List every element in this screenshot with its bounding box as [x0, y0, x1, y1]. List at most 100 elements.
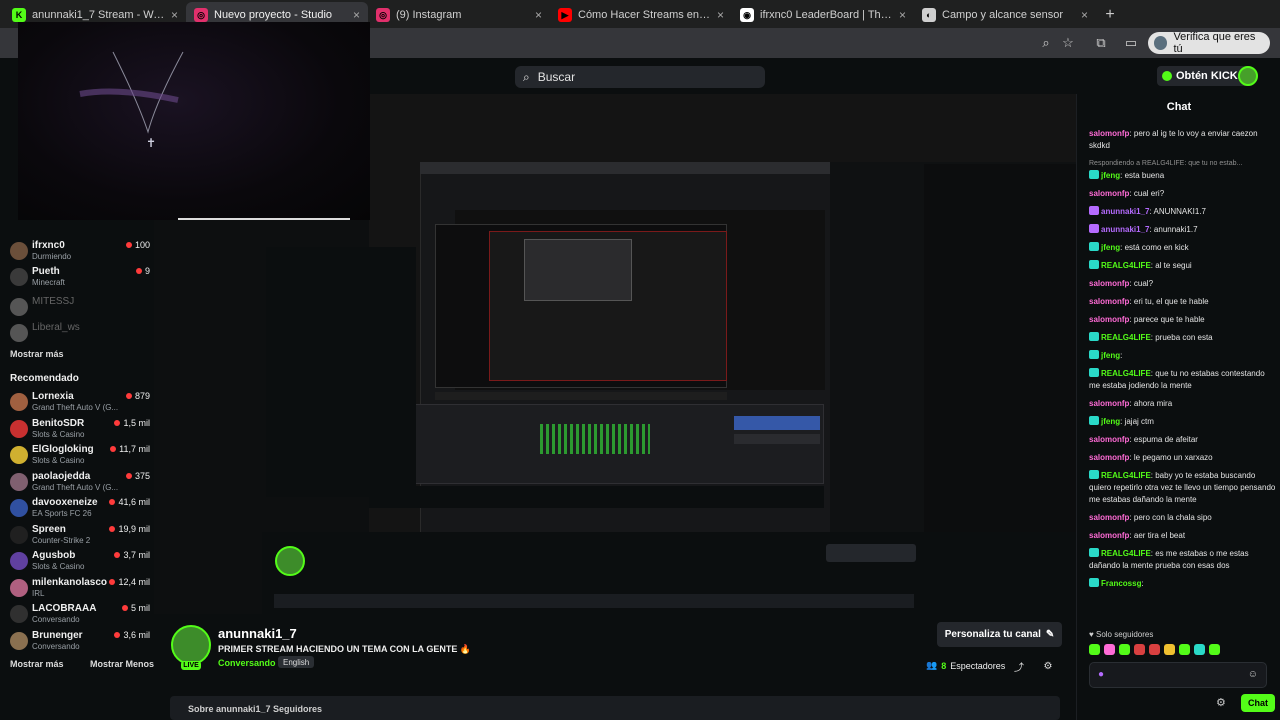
chat-username[interactable]: jfeng — [1101, 243, 1120, 252]
sidebar-channel[interactable]: ifrxnc0 Durmiendo 100 — [10, 240, 150, 266]
stream-category[interactable]: Conversando — [218, 658, 276, 668]
chat-username[interactable]: jfeng — [1101, 417, 1120, 426]
chat-message[interactable]: REALG4LIFE: es me estabas o me estas dañ… — [1089, 548, 1277, 572]
emote[interactable] — [1104, 644, 1115, 655]
emoji-icon[interactable]: ☺ — [1248, 669, 1258, 680]
tab-close-icon[interactable]: × — [353, 8, 360, 22]
chat-message[interactable]: Francossg: — [1089, 578, 1277, 590]
language-tag[interactable]: English — [278, 656, 315, 668]
sidebar-channel[interactable]: BenitoSDR Slots & Casino 1,5 mil — [10, 418, 150, 444]
browser-tab[interactable]: ◉ ifrxnc0 LeaderBoard | The best × — [732, 2, 914, 28]
chat-message[interactable]: jfeng: jajaj ctm — [1089, 416, 1277, 428]
sidebar-channel[interactable]: Liberal_ws — [10, 322, 150, 348]
show-less-recommended[interactable]: Mostrar Menos — [90, 659, 154, 669]
chat-message[interactable]: REALG4LIFE: prueba con esta — [1089, 332, 1277, 344]
chat-message[interactable]: salomonfp: le pegamo un xarxazo — [1089, 452, 1277, 464]
chat-message[interactable]: REALG4LIFE: que tu no estabas contestand… — [1089, 368, 1277, 392]
sidebar-channel[interactable]: Brunenger Conversando 3,6 mil — [10, 630, 150, 656]
chat-username[interactable]: salomonfp — [1089, 297, 1129, 306]
emote[interactable] — [1209, 644, 1220, 655]
chat-send-button[interactable]: Chat — [1241, 694, 1275, 712]
chat-message[interactable]: salomonfp: parece que te hable — [1089, 314, 1277, 326]
chat-message[interactable]: salomonfp: eri tu, el que te hable — [1089, 296, 1277, 308]
show-more-recommended[interactable]: Mostrar más — [10, 659, 64, 669]
chat-settings-icon[interactable]: ⚙ — [1216, 696, 1226, 709]
chat-username[interactable]: jfeng — [1101, 351, 1120, 360]
chat-username[interactable]: salomonfp — [1089, 513, 1129, 522]
profile-verify-button[interactable]: Verifica que eres tú — [1148, 31, 1270, 55]
sidebar-channel[interactable]: milenkanolasco IRL 12,4 mil — [10, 577, 150, 603]
chat-username[interactable]: salomonfp — [1089, 453, 1129, 462]
browser-tab[interactable]: ◐ Campo y alcance sensor × — [914, 2, 1096, 28]
share-icon[interactable]: ⤴ — [1013, 660, 1025, 674]
chat-username[interactable]: salomonfp — [1089, 399, 1129, 408]
chat-message[interactable]: salomonfp: aer tira el beat — [1089, 530, 1277, 542]
sidebar-channel[interactable]: Pueth Minecraft 9 — [10, 266, 150, 292]
search-input[interactable]: ⌕ Buscar — [515, 66, 765, 88]
floating-video-overlay[interactable]: ✝ — [18, 22, 370, 220]
chat-message[interactable]: salomonfp: pero con la chala sipo — [1089, 512, 1277, 524]
chat-username[interactable]: REALG4LIFE — [1101, 261, 1151, 270]
emote[interactable] — [1089, 644, 1100, 655]
browser-tab[interactable]: ◎ (9) Instagram × — [368, 2, 550, 28]
chat-message[interactable]: salomonfp: pero al ig te lo voy a enviar… — [1089, 128, 1277, 152]
chat-username[interactable]: salomonfp — [1089, 435, 1129, 444]
chat-message[interactable]: salomonfp: ahora mira — [1089, 398, 1277, 410]
emote[interactable] — [1119, 644, 1130, 655]
customize-channel-button[interactable]: Personaliza tu canal ✎ — [937, 622, 1062, 647]
bookmark-star-icon[interactable]: ☆ — [1059, 34, 1077, 52]
chat-message[interactable]: REALG4LIFE: al te segui — [1089, 260, 1277, 272]
chat-message[interactable]: salomonfp: cual eri? — [1089, 188, 1277, 200]
sidebar-channel[interactable]: Spreen Counter-Strike 2 19,9 mil — [10, 524, 150, 550]
emote-quick-row[interactable] — [1089, 644, 1220, 655]
extensions-icon[interactable]: ⧉ — [1092, 34, 1110, 52]
chat-username[interactable]: salomonfp — [1089, 279, 1129, 288]
sidebar-channel[interactable]: LACOBRAAA Conversando 5 mil — [10, 603, 150, 629]
chat-message[interactable]: jfeng: — [1089, 350, 1277, 362]
tab-close-icon[interactable]: × — [1081, 8, 1088, 22]
emote[interactable] — [1164, 644, 1175, 655]
chat-username[interactable]: REALG4LIFE — [1101, 369, 1151, 378]
chat-username[interactable]: salomonfp — [1089, 189, 1129, 198]
sidebar-channel[interactable]: MITESSJ — [10, 296, 150, 322]
chat-username[interactable]: salomonfp — [1089, 315, 1129, 324]
chat-username[interactable]: REALG4LIFE — [1101, 333, 1151, 342]
tab-close-icon[interactable]: × — [171, 8, 178, 22]
chat-message[interactable]: anunnaki1_7: ANUNNAKI1.7 — [1089, 206, 1277, 218]
emote[interactable] — [1134, 644, 1145, 655]
chat-message[interactable]: salomonfp: cual? — [1089, 278, 1277, 290]
chat-username[interactable]: jfeng — [1101, 171, 1120, 180]
emote[interactable] — [1194, 644, 1205, 655]
channel-avatar[interactable] — [171, 625, 211, 665]
tab-close-icon[interactable]: × — [717, 8, 724, 22]
zoom-icon[interactable]: ⌕ — [1037, 34, 1055, 52]
sidebar-channel[interactable]: Lornexia Grand Theft Auto V (G... 879 — [10, 391, 150, 417]
chat-message[interactable]: salomonfp: espuma de afeitar — [1089, 434, 1277, 446]
show-more-following[interactable]: Mostrar más — [10, 349, 64, 359]
chat-username[interactable]: anunnaki1_7 — [1101, 207, 1149, 216]
chat-username[interactable]: Francossg — [1101, 579, 1141, 588]
chat-input[interactable]: ● ☺ — [1089, 662, 1267, 688]
tab-close-icon[interactable]: × — [535, 8, 542, 22]
chat-message[interactable]: anunnaki1_7: anunnaki1.7 — [1089, 224, 1277, 236]
chat-username[interactable]: anunnaki1_7 — [1101, 225, 1149, 234]
sidebar-channel[interactable]: paolaojedda Grand Theft Auto V (G... 375 — [10, 471, 150, 497]
emote[interactable] — [1149, 644, 1160, 655]
emote[interactable] — [1179, 644, 1190, 655]
get-kicks-button[interactable]: Obtén KICKs — [1157, 66, 1249, 86]
chat-message[interactable]: Respondiendo a REALG4LIFE: que tu no est… — [1089, 158, 1277, 182]
chat-username[interactable]: REALG4LIFE — [1101, 549, 1151, 558]
chat-username[interactable]: salomonfp — [1089, 531, 1129, 540]
browser-tab[interactable]: ▶ Cómo Hacer Streams en Kick (G × — [550, 2, 732, 28]
chat-message[interactable]: REALG4LIFE: baby yo te estaba buscando q… — [1089, 470, 1277, 506]
chat-username[interactable]: salomonfp — [1089, 129, 1129, 138]
channel-name[interactable]: anunnaki1_7 — [218, 626, 297, 641]
chat-message[interactable]: jfeng: está como en kick — [1089, 242, 1277, 254]
sidebar-channel[interactable]: davooxeneize EA Sports FC 26 41,6 mil — [10, 497, 150, 523]
tab-close-icon[interactable]: × — [899, 8, 906, 22]
split-view-icon[interactable]: ▭ — [1122, 34, 1140, 52]
user-avatar[interactable] — [1238, 66, 1258, 86]
manage-user-icon[interactable]: ⚙ — [1042, 660, 1054, 672]
new-tab-button[interactable]: + — [1096, 2, 1124, 28]
chat-username[interactable]: REALG4LIFE — [1101, 471, 1151, 480]
